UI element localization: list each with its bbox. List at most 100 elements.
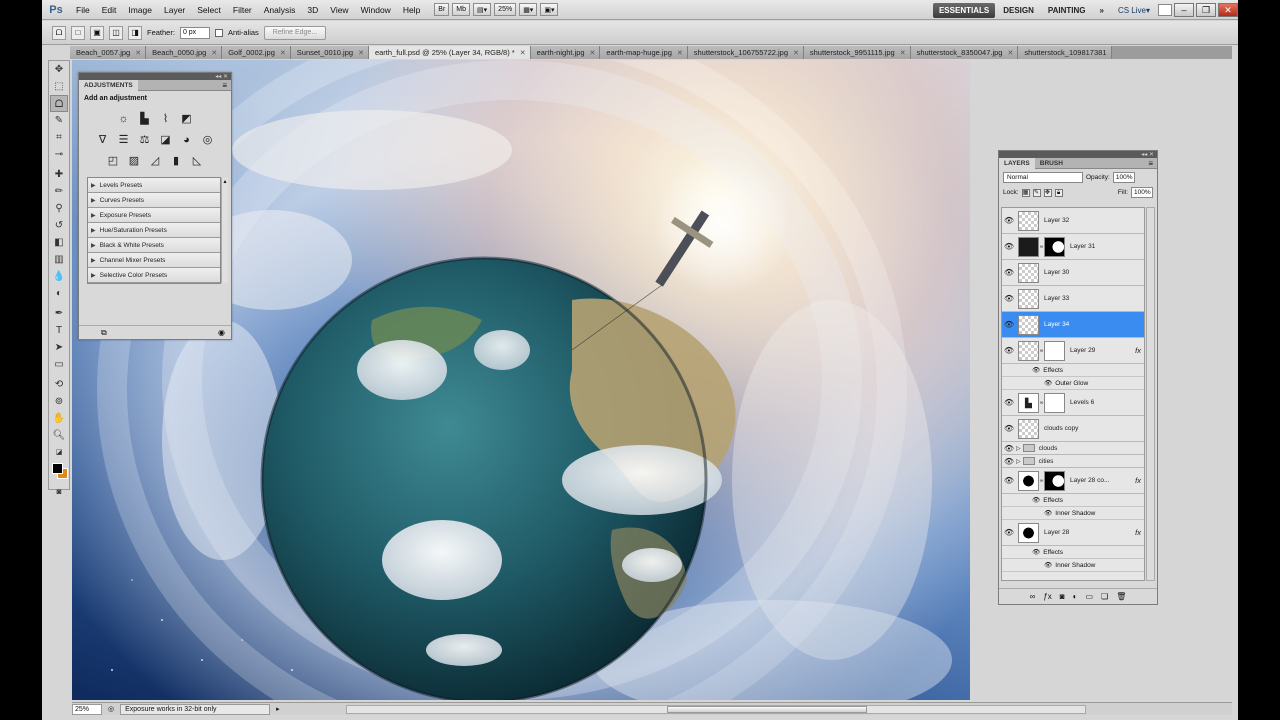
refine-edge-button[interactable]: Refine Edge... [263,25,327,40]
layer-group-row[interactable]: 👁︎ ▷ cities [1002,455,1144,468]
view-mode-icon[interactable]: ◉ [218,328,225,337]
workspace-essentials[interactable]: ESSENTIALS [932,2,996,18]
tab-brush[interactable]: BRUSH [1035,158,1068,169]
link-layers-icon[interactable]: ∞ [1030,592,1036,601]
tab-close-icon[interactable]: ✕ [590,49,596,57]
scroll-thumb[interactable] [666,705,867,713]
vibrance-icon[interactable]: ∇ [94,133,111,148]
menu-window[interactable]: Window [355,5,397,15]
tab-close-icon[interactable]: ✕ [677,49,683,57]
tab-adjustments[interactable]: ADJUSTMENTS [79,79,138,91]
doc-tab[interactable]: Sunset_0010.jpg ✕ [290,46,369,59]
channel-mixer-icon[interactable]: ◎ [199,133,216,148]
zoom-level-select[interactable]: 25% [494,3,517,16]
posterize-icon[interactable]: ▨ [126,154,143,169]
eyedropper-tool-icon[interactable]: ⊸ [50,146,68,163]
horizontal-scrollbar[interactable] [345,704,1086,714]
group-expand-icon[interactable]: ▷ [1016,445,1021,452]
menu-view[interactable]: View [324,5,354,15]
new-adjustment-icon[interactable]: ◐ [1073,592,1078,601]
menu-analysis[interactable]: Analysis [258,5,302,15]
mask-thumbnail[interactable] [1044,470,1065,491]
default-colors-icon[interactable]: ◪ [50,444,68,461]
workspace-more-button[interactable]: » [1094,3,1110,18]
visibility-eye-icon[interactable]: 👁︎ [1002,528,1016,537]
lasso-tool-preset-icon[interactable]: ᗝ [52,25,66,40]
lock-transparency-icon[interactable]: ▦ [1021,188,1030,197]
shape-tool-icon[interactable]: ▭ [50,356,68,373]
quick-mask-icon[interactable]: ◙ [50,483,68,500]
status-menu-arrow-icon[interactable]: ▸ [276,705,280,713]
curves-icon[interactable]: ⌇ [157,112,174,127]
effect-eye-icon[interactable]: 👁︎ [1044,509,1052,517]
panel-menu-icon[interactable]: ≡ [1148,159,1157,168]
layer-row[interactable]: 👁︎ Layer 28 fx [1002,520,1144,546]
black-white-icon[interactable]: ◪ [157,133,174,148]
effects-eye-icon[interactable]: 👁︎ [1032,496,1040,504]
effect-eye-icon[interactable]: 👁︎ [1044,561,1052,569]
panel-menu-icon[interactable]: ≡ [222,81,231,90]
workspace-painting[interactable]: PAINTING [1042,3,1092,18]
visibility-eye-icon[interactable]: 👁︎ [1002,294,1016,303]
doc-tab[interactable]: shutterstock_8350047.jpg ✕ [910,46,1019,59]
effects-row[interactable]: 👁︎ Effects [1002,364,1144,377]
color-balance-icon[interactable]: ⚖ [136,133,153,148]
layer-row[interactable]: 👁︎ clouds copy [1002,416,1144,442]
doc-tab[interactable]: Beach_0057.jpg ✕ [70,46,147,59]
zoom-tool-icon[interactable]: 🔍︎ [50,427,68,444]
crop-tool-icon[interactable]: ⌗ [50,129,68,146]
gradient-map-icon[interactable]: ▮ [168,154,185,169]
effects-row[interactable]: 👁︎ Effects [1002,494,1144,507]
add-style-icon[interactable]: ƒx [1043,592,1051,601]
tab-close-icon[interactable]: ✕ [1007,49,1013,57]
doc-tab[interactable]: earth-night.jpg ✕ [530,46,601,59]
color-swatches[interactable] [49,461,69,483]
menu-file[interactable]: File [70,5,96,15]
effect-eye-icon[interactable]: 👁︎ [1044,379,1052,387]
visibility-eye-icon[interactable]: 👁︎ [1002,346,1016,355]
history-brush-tool-icon[interactable]: ↺ [50,217,68,234]
effects-row[interactable]: 👁︎ Effects [1002,546,1144,559]
menu-help[interactable]: Help [397,5,426,15]
preset-item[interactable]: ▶ Exposure Presets [88,208,220,223]
3d-rotate-tool-icon[interactable]: ⟲ [50,376,68,393]
fx-icon[interactable]: fx [1135,476,1141,485]
blend-mode-select[interactable]: Normal [1003,172,1083,183]
layers-scrollbar[interactable] [1146,207,1155,581]
tab-close-icon[interactable]: ✕ [358,49,364,57]
gradient-tool-icon[interactable]: ▥ [50,251,68,268]
preset-item[interactable]: ▶ Hue/Saturation Presets [88,223,220,238]
opacity-field[interactable]: 100% [1112,172,1135,183]
levels-icon[interactable]: ▙ [136,112,153,127]
new-layer-icon[interactable]: ❏ [1101,592,1108,601]
marquee-tool-icon[interactable]: ⬚ [50,78,68,95]
zoom-field[interactable]: 25% [72,703,102,715]
mask-thumbnail[interactable] [1044,340,1065,361]
visibility-eye-icon[interactable]: 👁︎ [1002,216,1016,225]
3d-orbit-tool-icon[interactable]: ⊚ [50,393,68,410]
lock-all-icon[interactable]: 🔒︎ [1054,188,1063,197]
menu-layer[interactable]: Layer [158,5,191,15]
status-info-icon[interactable]: ◎ [108,705,114,713]
clip-to-layer-icon[interactable]: ⧉ [101,328,107,338]
layer-row[interactable]: 👁︎ ∞ Layer 31 [1002,234,1144,260]
restore-button[interactable]: ❐ [1196,3,1216,17]
lock-image-icon[interactable]: ✎ [1032,188,1041,197]
doc-tab-active[interactable]: earth_full.psd @ 25% (Layer 34, RGB/8) *… [368,46,531,59]
layer-row[interactable]: 👁︎ ∞ Layer 28 co... fx [1002,468,1144,494]
visibility-eye-icon[interactable]: 👁︎ [1002,476,1016,485]
fill-field[interactable]: 100% [1131,187,1153,198]
invert-icon[interactable]: ◰ [105,154,122,169]
preset-item[interactable]: ▶ Selective Color Presets [88,268,220,283]
anti-alias-checkbox[interactable] [214,28,223,37]
tab-layers[interactable]: LAYERS [999,157,1035,169]
move-tool-icon[interactable]: ✥ [50,61,68,78]
foreground-color-swatch[interactable] [52,463,63,474]
doc-tab[interactable]: shutterstock_109817381 [1018,46,1112,59]
brightness-contrast-icon[interactable]: ☼ [115,112,132,127]
tab-close-icon[interactable]: ✕ [135,49,141,57]
eraser-tool-icon[interactable]: ◧ [50,234,68,251]
new-group-icon[interactable]: ▭ [1085,592,1093,601]
hand-tool-icon[interactable]: ✋ [50,410,68,427]
effects-eye-icon[interactable]: 👁︎ [1032,548,1040,556]
